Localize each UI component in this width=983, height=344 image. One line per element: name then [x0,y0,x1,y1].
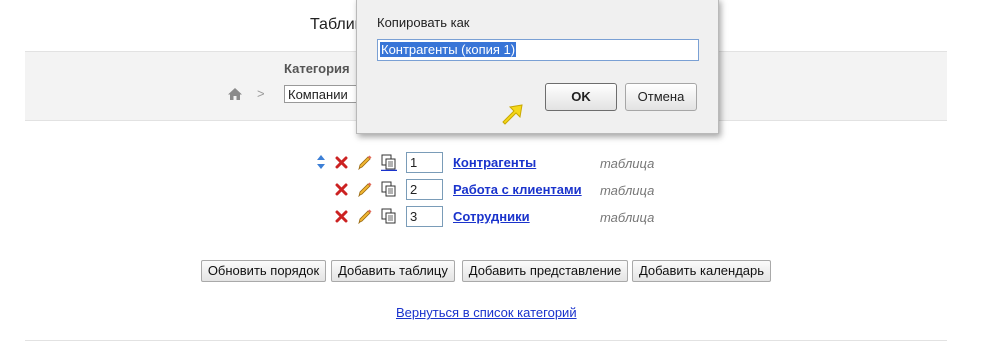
copy-name-input[interactable]: Контрагенты (копия 1) [377,39,699,61]
add-calendar-button[interactable]: Добавить календарь [632,260,771,282]
cancel-button[interactable]: Отмена [625,83,697,111]
delete-icon[interactable] [335,183,348,196]
order-input[interactable]: 2 [406,179,443,200]
order-input[interactable]: 1 [406,152,443,173]
edit-pencil-icon[interactable] [357,208,372,224]
add-view-button[interactable]: Добавить представление [462,260,628,282]
edit-pencil-icon[interactable] [357,154,372,170]
row-type-label: таблица [600,210,655,225]
copy-as-dialog: Копировать как Контрагенты (копия 1) OK … [356,0,719,134]
breadcrumb-separator: > [257,86,265,101]
add-table-button[interactable]: Добавить таблицу [331,260,455,282]
back-to-categories-link[interactable]: Вернуться в список категорий [396,305,577,320]
copy-icon[interactable] [381,208,397,224]
reorder-arrows-icon[interactable] [316,154,326,170]
copy-icon[interactable] [381,181,397,197]
edit-pencil-icon[interactable] [357,181,372,197]
pointer-cursor-icon [502,104,523,125]
dialog-label: Копировать как [377,15,470,30]
row-type-label: таблица [600,156,655,171]
update-order-button[interactable]: Обновить порядок [201,260,326,282]
delete-icon[interactable] [335,210,348,223]
divider [25,340,947,341]
table-link-contractors[interactable]: Контрагенты [453,155,536,170]
copy-icon[interactable] [381,154,397,171]
table-link-employees[interactable]: Сотрудники [453,209,530,224]
category-label: Категория [284,61,350,76]
category-select[interactable]: Компании [284,85,360,103]
row-type-label: таблица [600,183,655,198]
copy-name-value: Контрагенты (копия 1) [380,42,517,57]
delete-icon[interactable] [335,156,348,169]
home-icon[interactable] [227,87,243,101]
ok-button[interactable]: OK [545,83,617,111]
order-input[interactable]: 3 [406,206,443,227]
table-link-client-work[interactable]: Работа с клиентами [453,182,582,197]
